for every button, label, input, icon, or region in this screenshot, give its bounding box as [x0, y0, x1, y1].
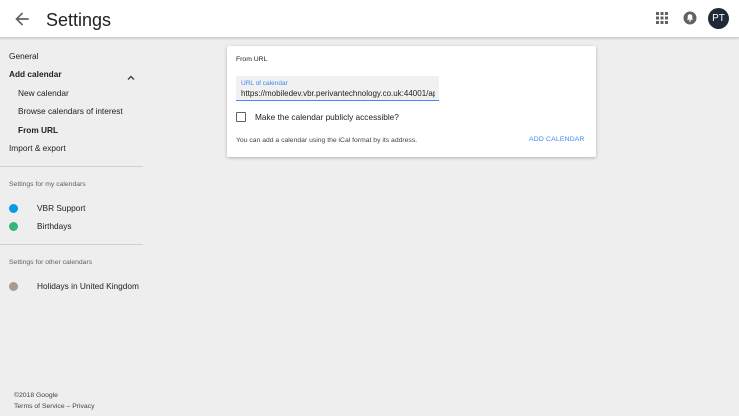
- nav-new-calendar[interactable]: New calendar: [0, 88, 143, 98]
- card-title: From URL: [236, 56, 268, 63]
- arrow-back-icon: [15, 12, 29, 26]
- public-checkbox[interactable]: [236, 112, 246, 122]
- nav-add-calendar[interactable]: Add calendar: [0, 69, 143, 79]
- my-calendars-heading: Settings for my calendars: [9, 181, 86, 188]
- top-app-bar: Settings PT: [0, 0, 739, 38]
- calendar-color-dot: [9, 204, 18, 213]
- apps-grid-icon: [656, 12, 668, 24]
- terms-link[interactable]: Terms of Service: [14, 403, 65, 410]
- chevron-up-icon[interactable]: [126, 70, 136, 80]
- add-calendar-button[interactable]: ADD CALENDAR: [529, 136, 585, 143]
- apps-button[interactable]: [655, 11, 669, 25]
- footer-links: Terms of Service – Privacy: [14, 403, 94, 410]
- calendar-item-birthdays[interactable]: Birthdays: [9, 221, 143, 233]
- avatar[interactable]: PT: [708, 8, 729, 29]
- page-title: Settings: [46, 10, 112, 30]
- calendar-color-dot: [9, 222, 18, 231]
- url-input-label: URL of calendar: [241, 80, 288, 87]
- divider: [0, 244, 143, 245]
- calendar-label: VBR Support: [37, 203, 86, 213]
- settings-sidebar: General Add calendar New calendar Browse…: [0, 39, 143, 416]
- help-text: You can add a calendar using the iCal fo…: [236, 137, 418, 144]
- calendar-color-dot: [9, 282, 18, 291]
- nav-browse-calendars[interactable]: Browse calendars of interest: [0, 106, 143, 116]
- calendar-item-holidays-uk[interactable]: Holidays in United Kingdom: [9, 281, 143, 293]
- notifications-button[interactable]: [683, 11, 697, 25]
- nav-general[interactable]: General: [0, 51, 143, 61]
- other-calendars-heading: Settings for other calendars: [9, 259, 93, 266]
- nav-import-export[interactable]: Import & export: [0, 143, 143, 153]
- public-checkbox-label[interactable]: Make the calendar publicly accessible?: [255, 112, 399, 122]
- calendar-label: Birthdays: [37, 221, 72, 231]
- calendar-item-vbr-support[interactable]: VBR Support: [9, 203, 143, 215]
- calendar-label: Holidays in United Kingdom: [37, 281, 139, 291]
- back-button[interactable]: [12, 9, 32, 29]
- notifications-icon: [683, 11, 697, 25]
- copyright-text: ©2018 Google: [14, 392, 58, 399]
- nav-from-url[interactable]: From URL: [0, 125, 143, 135]
- divider: [0, 166, 143, 167]
- url-input-value[interactable]: https://mobiledev.vbr.perivantechnology.…: [241, 89, 435, 98]
- from-url-card: From URL URL of calendar https://mobiled…: [227, 46, 596, 157]
- url-input[interactable]: URL of calendar https://mobiledev.vbr.pe…: [236, 76, 439, 101]
- privacy-link[interactable]: Privacy: [72, 403, 94, 410]
